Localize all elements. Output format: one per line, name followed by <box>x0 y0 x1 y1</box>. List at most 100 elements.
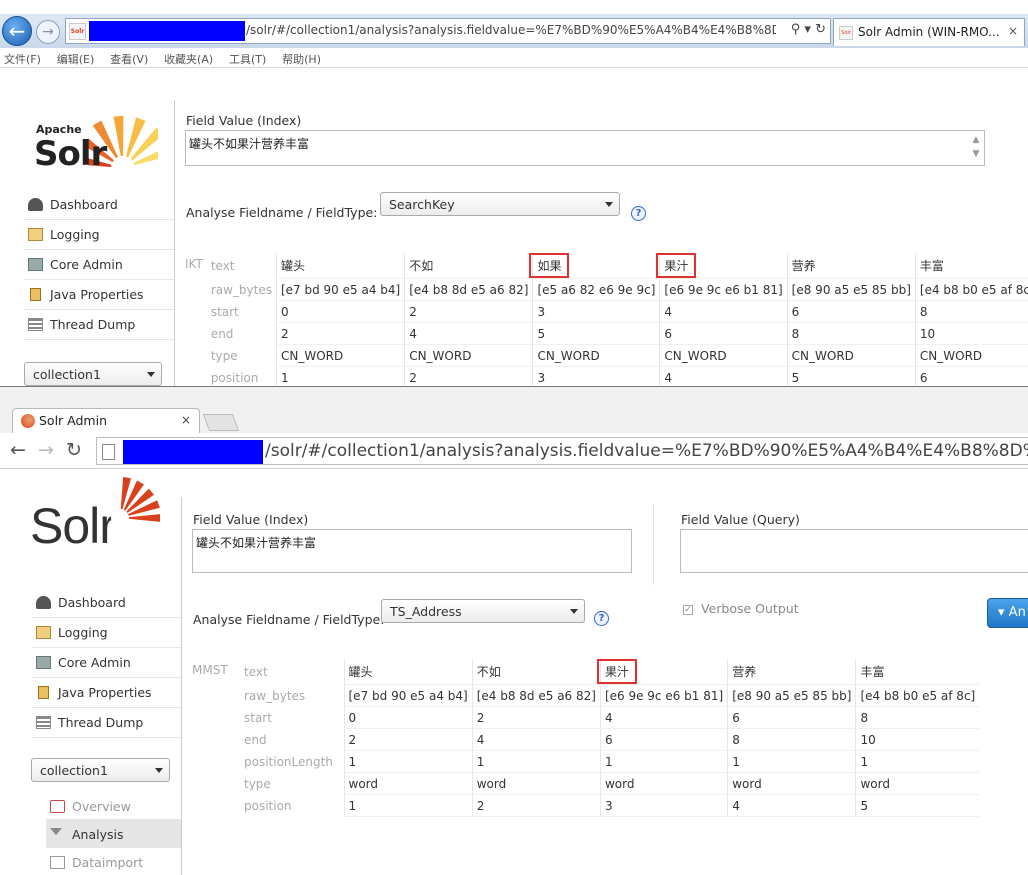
home-icon <box>50 800 65 813</box>
refresh-icon[interactable]: ↻ <box>815 22 826 37</box>
core-selector[interactable]: collection1 <box>31 758 170 782</box>
menu-favorites[interactable]: 收藏夹(A) <box>160 48 221 67</box>
core-admin-icon <box>28 258 43 271</box>
core-selector[interactable]: collection1 <box>24 362 162 386</box>
menu-file[interactable]: 文件(F) <box>0 48 49 67</box>
browser-tab[interactable]: Solr Solr Admin (WIN-RMO... × <box>833 18 1025 46</box>
address-url: /solr/#/collection1/analysis?analysis.fi… <box>246 23 776 37</box>
solr-logo[interactable]: Solr <box>30 476 160 555</box>
field-value-index-input[interactable]: 罐头不如果汁营养丰富 <box>192 529 632 573</box>
token-position: 3 <box>532 366 660 387</box>
token-end: 2 <box>343 728 473 751</box>
verbose-output-checkbox[interactable]: ✓ Verbose Output <box>683 601 799 616</box>
token-raw-bytes: [e8 90 a5 e5 85 bb] <box>786 278 916 301</box>
fieldtype-label: Analyse Fieldname / FieldType: <box>193 612 385 627</box>
nav-logging[interactable]: Logging <box>32 618 182 648</box>
nav-dashboard[interactable]: Dashboard <box>32 588 182 618</box>
row-label: type <box>210 348 238 363</box>
search-icon[interactable]: ⚲ <box>791 22 801 37</box>
main-nav: Dashboard Logging Core Admin Java Proper… <box>24 190 174 340</box>
address-bar[interactable]: /solr/#/collection1/analysis?analysis.fi… <box>96 437 1028 465</box>
help-icon[interactable]: ? <box>631 206 646 221</box>
nav-label: Thread Dump <box>58 715 144 730</box>
nav-label: Core Admin <box>58 655 131 670</box>
token-end: 2 <box>275 322 405 345</box>
nav-dashboard[interactable]: Dashboard <box>24 190 174 220</box>
reload-icon[interactable]: ↻ <box>66 439 82 461</box>
token-type: CN_WORD <box>404 344 533 367</box>
nav-java-properties[interactable]: Java Properties <box>32 678 182 708</box>
field-value-query-input[interactable] <box>680 529 1028 573</box>
browser-tab[interactable]: Solr Admin × <box>12 408 200 433</box>
analyse-button[interactable]: ▾ An <box>987 598 1028 628</box>
field-value-index-input[interactable]: 罐头不如果汁营养丰富 ▲ ▼ <box>185 130 985 166</box>
token-type: CN_WORD <box>914 344 1028 367</box>
token-position: 5 <box>786 366 916 387</box>
back-arrow-icon[interactable]: ← <box>2 16 32 46</box>
nav-core-admin[interactable]: Core Admin <box>32 648 182 678</box>
field-value-text: 罐头不如果汁营养丰富 <box>196 536 317 550</box>
dropdown-icon[interactable]: ▾ <box>804 22 811 37</box>
nav-dataimport[interactable]: Dataimport <box>46 848 182 875</box>
token-position: 6 <box>914 366 1028 387</box>
nav-thread-dump[interactable]: Thread Dump <box>32 708 182 738</box>
redacted-host <box>89 21 245 41</box>
funnel-icon <box>50 828 62 835</box>
java-properties-icon <box>38 686 49 699</box>
token-raw-bytes: [e7 bd 90 e5 a4 b4] <box>343 684 473 707</box>
thread-dump-icon <box>36 716 51 729</box>
nav-label: Core Admin <box>50 257 123 272</box>
tab-close-icon[interactable]: × <box>1008 24 1018 38</box>
token-position: 1 <box>343 794 473 817</box>
token-end: 8 <box>727 728 856 751</box>
token-position-length: 1 <box>343 750 473 773</box>
scroll-arrows-icon[interactable]: ▲ ▼ <box>969 133 983 161</box>
fieldtype-select[interactable]: SearchKey <box>380 192 620 216</box>
new-tab-button[interactable] <box>202 414 240 431</box>
core-selector-value: collection1 <box>40 763 108 778</box>
token-start: 8 <box>914 300 1028 323</box>
java-properties-icon <box>30 288 41 301</box>
logging-icon <box>28 228 43 241</box>
token-start: 0 <box>343 706 473 729</box>
help-icon[interactable]: ? <box>594 611 609 626</box>
nav-java-properties[interactable]: Java Properties <box>24 280 174 310</box>
panel-divider <box>653 505 654 585</box>
ie-menu-bar: 文件(F) 编辑(E) 查看(V) 收藏夹(A) 工具(T) 帮助(H) <box>0 48 1028 68</box>
token-end: 6 <box>599 728 728 751</box>
tab-close-icon[interactable]: × <box>181 413 191 427</box>
token-end: 4 <box>404 322 533 345</box>
menu-view[interactable]: 查看(V) <box>106 48 156 67</box>
token-text: 丰富 <box>855 659 980 685</box>
nav-logging[interactable]: Logging <box>24 220 174 250</box>
row-label: text <box>244 664 268 679</box>
chevron-down-icon <box>570 609 578 614</box>
row-label: position <box>244 798 292 813</box>
token-type: word <box>855 772 980 795</box>
nav-analysis[interactable]: Analysis <box>46 820 182 848</box>
nav-label: Logging <box>58 625 108 640</box>
token-start: 6 <box>786 300 916 323</box>
nav-overview[interactable]: Overview <box>46 792 182 820</box>
token-start: 8 <box>855 706 980 729</box>
menu-tools[interactable]: 工具(T) <box>225 48 274 67</box>
back-arrow-icon[interactable]: ← <box>10 439 26 461</box>
forward-arrow-icon[interactable]: → <box>38 439 54 461</box>
nav-thread-dump[interactable]: Thread Dump <box>24 310 174 340</box>
analyzer-name: MMST <box>192 663 228 677</box>
fieldtype-label: Analyse Fieldname / FieldType: <box>186 205 378 220</box>
token-end: 8 <box>786 322 916 345</box>
address-bar[interactable]: Solr /solr/#/collection1/analysis?analys… <box>65 18 831 44</box>
forward-arrow-icon[interactable]: → <box>36 20 60 44</box>
nav-label: Analysis <box>72 827 124 842</box>
token-start: 6 <box>727 706 856 729</box>
highlighted-token: 果汁 <box>656 253 697 278</box>
chrome-toolbar: ← → ↻ /solr/#/collection1/analysis?analy… <box>0 433 1028 469</box>
menu-help[interactable]: 帮助(H) <box>278 48 329 67</box>
token-text: 丰富 <box>914 253 1028 279</box>
menu-edit[interactable]: 编辑(E) <box>53 48 103 67</box>
nav-core-admin[interactable]: Core Admin <box>24 250 174 280</box>
token-type: CN_WORD <box>786 344 916 367</box>
analysis-panel: Field Value (Index) 罐头不如果汁营养丰富 Field Val… <box>181 497 1028 875</box>
fieldtype-select[interactable]: TS_Address <box>381 599 585 623</box>
